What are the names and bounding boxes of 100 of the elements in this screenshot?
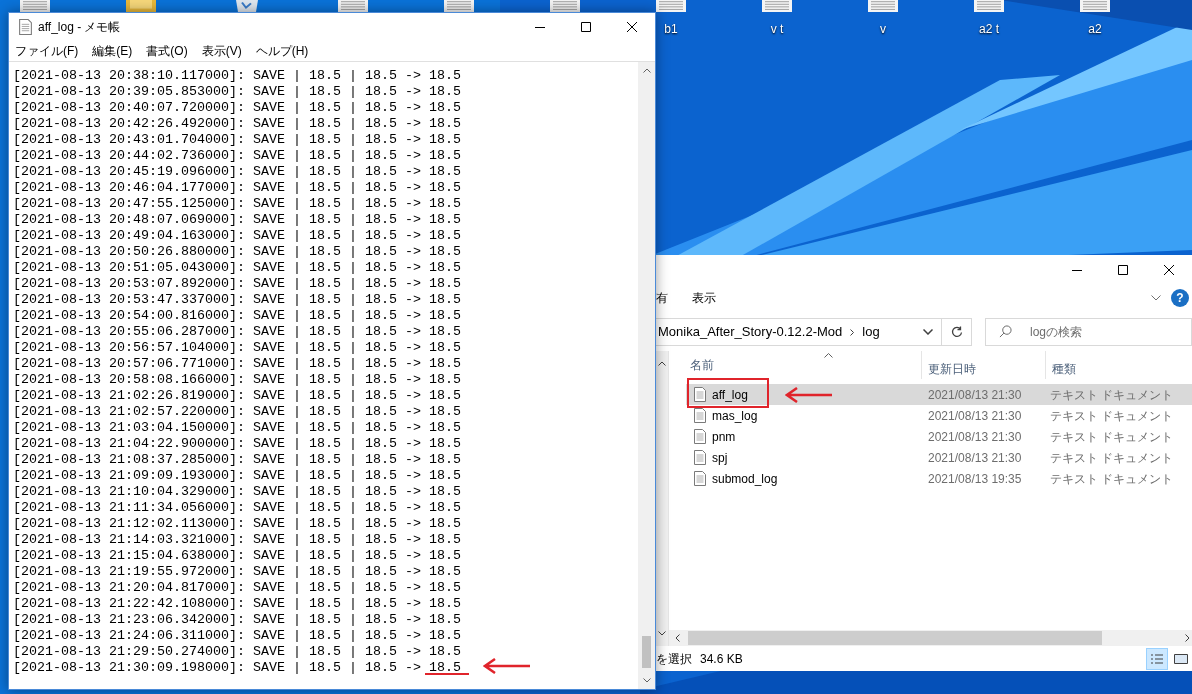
document-icon	[694, 450, 706, 465]
breadcrumb[interactable]: Monika_After_Story-0.12.2-Mod	[658, 322, 843, 342]
scrollbar-thumb[interactable]	[642, 636, 651, 668]
icon-label[interactable]: b1	[664, 22, 678, 36]
sort-caret-icon[interactable]	[824, 353, 833, 358]
column-header[interactable]: 更新日時	[922, 351, 1046, 379]
scroll-left-icon[interactable]	[675, 634, 680, 642]
icon-label[interactable]: a2 t	[979, 22, 999, 36]
document-icon[interactable]	[20, 0, 50, 12]
folder-icon[interactable]	[126, 0, 156, 12]
menu-item[interactable]: ヘルプ(H)	[255, 42, 309, 60]
document-icon[interactable]	[762, 0, 792, 12]
document-icon[interactable]	[974, 0, 1004, 12]
file-type: テキスト ドキュメント	[1049, 386, 1174, 404]
log-line: [2021-08-13 21:12:02.113000]: SAVE | 18.5 | 18.5 -> 18.5	[13, 516, 461, 531]
document-icon	[694, 429, 706, 444]
scroll-up-icon[interactable]	[658, 361, 666, 366]
log-line: [2021-08-13 21:02:26.819000]: SAVE | 18.5 | 18.5 -> 18.5	[13, 388, 461, 403]
log-line: [2021-08-13 20:55:06.287000]: SAVE | 18.5 | 18.5 -> 18.5	[13, 324, 461, 339]
log-line: [2021-08-13 21:23:06.342000]: SAVE | 18.5 | 18.5 -> 18.5	[13, 612, 461, 627]
modified-date: 2021/08/13 19:35	[927, 470, 1023, 488]
document-icon[interactable]	[444, 0, 474, 12]
modified-date: 2021/08/13 21:30	[927, 428, 1023, 446]
log-line: [2021-08-13 20:39:05.853000]: SAVE | 18.5 | 18.5 -> 18.5	[13, 84, 461, 99]
log-line: [2021-08-13 20:57:06.771000]: SAVE | 18.5 | 18.5 -> 18.5	[13, 356, 461, 371]
status-size: 34.6 KB	[700, 650, 743, 668]
scroll-right-icon[interactable]	[1185, 634, 1190, 642]
modified-date: 2021/08/13 21:30	[927, 449, 1023, 467]
annotation-arrow	[483, 658, 531, 674]
breadcrumb[interactable]: log	[862, 322, 880, 342]
log-line: [2021-08-13 21:03:04.150000]: SAVE | 18.5 | 18.5 -> 18.5	[13, 420, 461, 435]
log-line: [2021-08-13 21:09:09.193000]: SAVE | 18.5 | 18.5 -> 18.5	[13, 468, 461, 483]
menu-item[interactable]: 編集(E)	[92, 42, 133, 60]
log-line: [2021-08-13 21:20:04.817000]: SAVE | 18.5 | 18.5 -> 18.5	[13, 580, 461, 595]
log-line: [2021-08-13 21:30:09.198000]: SAVE | 18.5 | 18.5 -> 18.5	[13, 660, 461, 675]
log-line: [2021-08-13 20:53:07.892000]: SAVE | 18.5 | 18.5 -> 18.5	[13, 276, 461, 291]
log-line: [2021-08-13 20:42:26.492000]: SAVE | 18.5 | 18.5 -> 18.5	[13, 116, 461, 131]
navigation-pane-scrollbar[interactable]	[656, 351, 669, 646]
file-name: aff_log	[712, 387, 748, 402]
log-line: [2021-08-13 20:51:05.043000]: SAVE | 18.5 | 18.5 -> 18.5	[13, 260, 461, 275]
vertical-scrollbar[interactable]	[638, 62, 655, 689]
file-row[interactable]: aff_log 2021/08/13 21:30 テキスト ドキュメント	[686, 384, 1192, 405]
log-line: [2021-08-13 20:38:10.117000]: SAVE | 18.5 | 18.5 -> 18.5	[13, 68, 461, 83]
document-icon	[694, 408, 706, 423]
icon-label[interactable]: v	[880, 22, 886, 36]
file-row[interactable]: submod_log 2021/08/13 19:35 テキスト ドキュメント	[686, 468, 1192, 489]
log-line: [2021-08-13 21:14:03.321000]: SAVE | 18.5 | 18.5 -> 18.5	[13, 532, 461, 547]
document-icon	[694, 387, 706, 402]
breadcrumb-separator-icon	[850, 328, 855, 336]
chevron-icon[interactable]	[1151, 295, 1161, 301]
log-line: [2021-08-13 20:47:55.125000]: SAVE | 18.5 | 18.5 -> 18.5	[13, 196, 461, 211]
menu-item[interactable]: ファイル(F)	[15, 42, 79, 60]
file-row[interactable]: pnm 2021/08/13 21:30 テキスト ドキュメント	[686, 426, 1192, 447]
maximize-icon	[1118, 265, 1128, 275]
scrollbar-thumb[interactable]	[688, 631, 1102, 645]
log-line: [2021-08-13 21:15:04.638000]: SAVE | 18.5 | 18.5 -> 18.5	[13, 548, 461, 563]
file-name: spj	[712, 450, 728, 465]
file-row[interactable]: mas_log 2021/08/13 21:30 テキスト ドキュメント	[686, 405, 1192, 426]
document-icon[interactable]	[868, 0, 898, 12]
icon-label[interactable]: v t	[770, 22, 784, 36]
document-icon[interactable]	[1080, 0, 1110, 12]
document-icon[interactable]	[338, 0, 368, 12]
address-bar[interactable]: Monika_After_Story-0.12.2-Mod log	[656, 318, 942, 346]
scroll-down-icon[interactable]	[658, 631, 666, 636]
scroll-up-icon[interactable]	[642, 68, 651, 73]
horizontal-scrollbar[interactable]	[669, 630, 1192, 646]
log-line: [2021-08-13 21:08:37.285000]: SAVE | 18.5 | 18.5 -> 18.5	[13, 452, 461, 467]
scroll-down-icon[interactable]	[642, 678, 651, 683]
file-name: submod_log	[712, 471, 778, 486]
icon-label[interactable]: a2	[1088, 22, 1102, 36]
modified-date: 2021/08/13 21:30	[927, 386, 1023, 404]
file-row[interactable]: spj 2021/08/13 21:30 テキスト ドキュメント	[686, 447, 1192, 468]
log-line: [2021-08-13 20:50:26.880000]: SAVE | 18.5 | 18.5 -> 18.5	[13, 244, 461, 259]
search-field[interactable]: logの検索	[985, 318, 1192, 346]
annotation-arrow	[785, 387, 833, 403]
menu-item[interactable]: 書式(O)	[146, 42, 188, 60]
close-icon	[627, 22, 637, 32]
refresh-button[interactable]	[942, 318, 972, 346]
help-button[interactable]: ?	[1171, 289, 1189, 307]
bin-icon[interactable]	[234, 0, 260, 12]
log-line: [2021-08-13 21:29:50.274000]: SAVE | 18.5 | 18.5 -> 18.5	[13, 644, 461, 659]
log-line: [2021-08-13 20:56:57.104000]: SAVE | 18.5 | 18.5 -> 18.5	[13, 340, 461, 355]
close-icon	[1164, 265, 1174, 275]
dropdown-icon[interactable]	[923, 329, 933, 335]
column-header[interactable]: 種類	[1046, 351, 1192, 379]
ribbon-tab[interactable]: 表示	[692, 289, 716, 307]
file-type: テキスト ドキュメント	[1049, 407, 1174, 425]
log-line: [2021-08-13 20:43:01.704000]: SAVE | 18.5 | 18.5 -> 18.5	[13, 132, 461, 147]
details-view-icon	[1150, 652, 1164, 665]
refresh-icon	[950, 326, 963, 338]
log-line: [2021-08-13 20:58:08.166000]: SAVE | 18.5 | 18.5 -> 18.5	[13, 372, 461, 387]
menu-item[interactable]: 表示(V)	[201, 42, 242, 60]
document-icon[interactable]	[656, 0, 686, 12]
log-line: [2021-08-13 21:11:34.056000]: SAVE | 18.5 | 18.5 -> 18.5	[13, 500, 461, 515]
modified-date: 2021/08/13 21:30	[927, 407, 1023, 425]
status-text: を選択	[656, 650, 692, 668]
log-line: [2021-08-13 20:54:00.816000]: SAVE | 18.5 | 18.5 -> 18.5	[13, 308, 461, 323]
ribbon-tab[interactable]: 有	[656, 289, 668, 307]
column-header[interactable]: 名前	[690, 358, 714, 372]
file-name: mas_log	[712, 408, 758, 423]
